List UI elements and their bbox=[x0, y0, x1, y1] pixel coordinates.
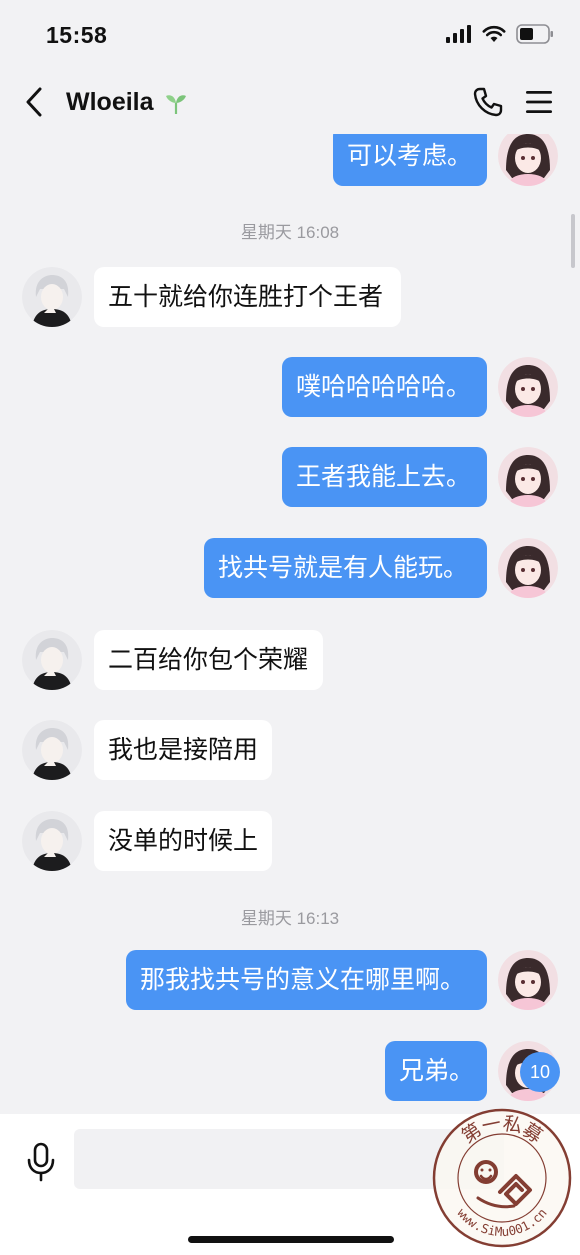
sprout-icon bbox=[165, 94, 186, 114]
back-button[interactable] bbox=[18, 84, 50, 120]
watermark-stamp: 第一私募 www.SiMu001.cn bbox=[432, 1108, 572, 1248]
message-outgoing: 噗哈哈哈哈哈。 bbox=[0, 357, 580, 419]
message-incoming: 我也是接陪用 bbox=[0, 720, 580, 782]
status-icons bbox=[446, 24, 554, 44]
message-incoming: 二百给你包个荣耀 bbox=[0, 630, 580, 692]
message-bubble[interactable]: 我也是接陪用 bbox=[94, 720, 272, 780]
contact-avatar[interactable] bbox=[22, 630, 82, 690]
message-outgoing: 可以考虑。 bbox=[0, 134, 580, 188]
signal-icon bbox=[446, 25, 471, 43]
message-outgoing: 王者我能上去。 bbox=[0, 447, 580, 509]
my-avatar[interactable] bbox=[498, 538, 558, 598]
contact-avatar[interactable] bbox=[22, 811, 82, 871]
my-avatar[interactable] bbox=[498, 357, 558, 417]
message-bubble[interactable]: 找共号就是有人能玩。 bbox=[204, 538, 487, 598]
message-bubble[interactable]: 兄弟。 bbox=[385, 1041, 487, 1101]
status-bar: 15:58 bbox=[0, 0, 580, 70]
message-bubble[interactable]: 噗哈哈哈哈哈。 bbox=[282, 357, 487, 417]
my-avatar[interactable] bbox=[498, 447, 558, 507]
chat-area[interactable]: 可以考虑。 星期天 16:08 五十就给你连胜打个王者 噗哈哈哈哈哈。 王者我能… bbox=[0, 134, 580, 1114]
menu-button[interactable] bbox=[524, 87, 554, 117]
status-time: 15:58 bbox=[46, 22, 108, 48]
voice-input-button[interactable] bbox=[26, 1142, 56, 1182]
contact-avatar[interactable] bbox=[22, 267, 82, 327]
message-bubble[interactable]: 那我找共号的意义在哪里啊。 bbox=[126, 950, 487, 1010]
message-incoming: 五十就给你连胜打个王者 bbox=[0, 267, 580, 329]
timestamp: 星期天 16:13 bbox=[240, 909, 340, 928]
timestamp: 星期天 16:08 bbox=[240, 223, 340, 242]
home-indicator bbox=[188, 1236, 394, 1243]
contact-name: Wloeila bbox=[66, 88, 154, 116]
message-bubble[interactable]: 王者我能上去。 bbox=[282, 447, 487, 507]
microphone-icon bbox=[27, 1142, 55, 1182]
message-bubble[interactable]: 没单的时候上 bbox=[94, 811, 272, 871]
back-icon bbox=[26, 87, 42, 117]
message-bubble[interactable]: 可以考虑。 bbox=[333, 134, 487, 186]
my-avatar[interactable] bbox=[498, 950, 558, 1010]
voice-call-button[interactable] bbox=[472, 86, 504, 118]
message-outgoing: 兄弟。 bbox=[0, 1041, 580, 1103]
message-bubble[interactable]: 二百给你包个荣耀 bbox=[94, 630, 323, 690]
menu-icon bbox=[526, 91, 552, 113]
unread-count-badge[interactable]: 10 bbox=[520, 1052, 560, 1092]
message-outgoing: 找共号就是有人能玩。 bbox=[0, 538, 580, 600]
phone-icon bbox=[473, 87, 503, 117]
contact-avatar[interactable] bbox=[22, 720, 82, 780]
battery-icon bbox=[516, 24, 553, 44]
my-avatar[interactable] bbox=[498, 134, 558, 186]
wifi-icon bbox=[482, 25, 506, 42]
nav-bar: Wloeila bbox=[0, 70, 580, 134]
scrollbar-thumb[interactable] bbox=[571, 214, 575, 268]
message-bubble[interactable]: 五十就给你连胜打个王者 bbox=[94, 267, 401, 327]
message-outgoing: 那我找共号的意义在哪里啊。 bbox=[0, 950, 580, 1012]
contact-title[interactable]: Wloeila bbox=[66, 88, 188, 117]
message-incoming: 没单的时候上 bbox=[0, 811, 580, 873]
